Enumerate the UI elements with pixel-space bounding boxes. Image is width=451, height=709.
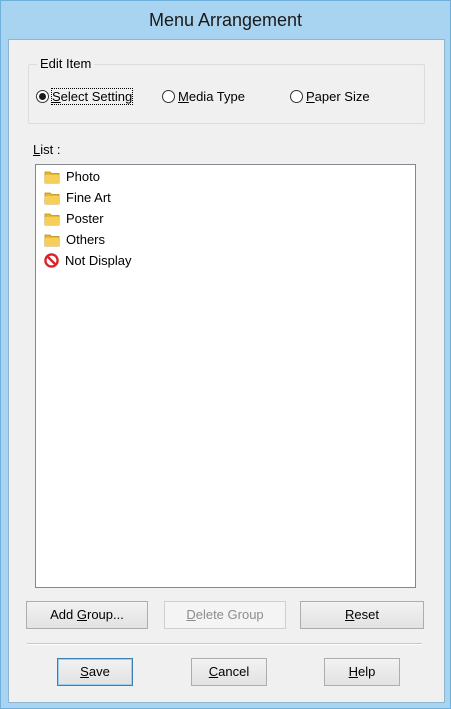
add-group-button[interactable]: Add Group... — [26, 601, 148, 629]
list-item-photo[interactable]: Photo — [44, 166, 100, 187]
list-item-label: Photo — [66, 169, 100, 184]
radio-button[interactable] — [290, 90, 303, 103]
save-button[interactable]: Save — [57, 658, 133, 686]
radio-label-select-setting: Select Setting — [50, 88, 134, 105]
list-item-label: Others — [66, 232, 106, 247]
list-item-others[interactable]: Others — [44, 229, 105, 250]
dialog-window: Menu Arrangement Edit Item Select Settin… — [0, 0, 451, 709]
help-button[interactable]: Help — [324, 658, 400, 686]
list-label: List : — [33, 142, 61, 157]
cancel-button[interactable]: Cancel — [191, 658, 267, 686]
edit-item-legend: Edit Item — [37, 56, 95, 71]
title-bar[interactable]: Menu Arrangement — [1, 1, 450, 39]
radio-label-paper-size: Paper Size — [306, 89, 370, 104]
folder-icon — [44, 171, 60, 183]
folder-icon — [44, 192, 60, 204]
edit-item-group: Edit Item Select Setting Media Type Pape… — [28, 56, 425, 124]
radio-button[interactable] — [162, 90, 175, 103]
button-separator — [27, 643, 422, 645]
dialog-body: Edit Item Select Setting Media Type Pape… — [8, 39, 445, 703]
dialog-title: Menu Arrangement — [148, 10, 303, 30]
reset-button[interactable]: Reset — [300, 601, 424, 629]
delete-group-button[interactable]: Delete Group — [164, 601, 286, 629]
menu-list[interactable]: Photo Fine Art Poster Others Not Display — [35, 164, 416, 588]
list-item-not-display[interactable]: Not Display — [44, 250, 131, 271]
radio-label-media-type: Media Type — [178, 89, 245, 104]
list-item-label: Not Display — [65, 253, 132, 268]
folder-icon — [44, 213, 60, 225]
list-item-poster[interactable]: Poster — [44, 208, 104, 229]
list-item-label: Poster — [66, 211, 104, 226]
no-entry-icon — [44, 253, 59, 268]
radio-paper-size[interactable]: Paper Size — [290, 89, 370, 104]
folder-icon — [44, 234, 60, 246]
radio-media-type[interactable]: Media Type — [162, 89, 245, 104]
list-item-label: Fine Art — [66, 190, 111, 205]
list-item-fine-art[interactable]: Fine Art — [44, 187, 111, 208]
radio-select-setting[interactable]: Select Setting — [36, 88, 134, 105]
radio-button-checked[interactable] — [36, 90, 49, 103]
